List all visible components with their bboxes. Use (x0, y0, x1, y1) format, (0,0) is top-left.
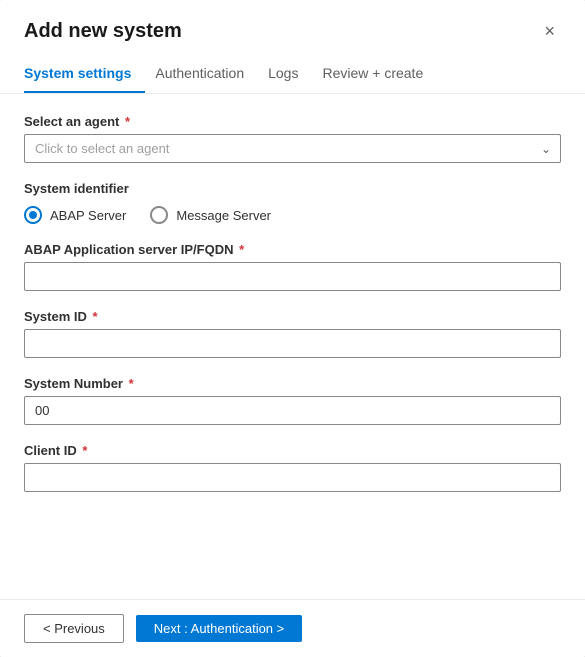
dialog-header: Add new system × (0, 0, 585, 43)
next-button[interactable]: Next : Authentication > (136, 615, 302, 642)
system-number-group: System Number * (24, 376, 561, 425)
required-star-4: * (125, 376, 134, 391)
required-star-3: * (89, 309, 98, 324)
tab-authentication[interactable]: Authentication (155, 57, 258, 93)
abap-ip-label: ABAP Application server IP/FQDN * (24, 242, 561, 257)
select-agent-label: Select an agent * (24, 114, 561, 129)
close-button[interactable]: × (538, 20, 561, 42)
system-identifier-group: System identifier ABAP Server Message Se… (24, 181, 561, 224)
radio-abap-label: ABAP Server (50, 208, 126, 223)
tab-logs[interactable]: Logs (268, 57, 312, 93)
client-id-group: Client ID * (24, 443, 561, 492)
system-id-input[interactable] (24, 329, 561, 358)
required-star: * (121, 114, 130, 129)
system-id-label: System ID * (24, 309, 561, 324)
select-agent-wrapper: Click to select an agent ⌄ (24, 134, 561, 163)
system-identifier-label: System identifier (24, 181, 561, 196)
dialog-body: Select an agent * Click to select an age… (0, 94, 585, 599)
client-id-input[interactable] (24, 463, 561, 492)
radio-group: ABAP Server Message Server (24, 206, 561, 224)
tab-system-settings[interactable]: System settings (24, 57, 145, 93)
radio-abap[interactable]: ABAP Server (24, 206, 126, 224)
tabs: System settings Authentication Logs Revi… (0, 47, 585, 94)
system-number-label: System Number * (24, 376, 561, 391)
radio-message-label: Message Server (176, 208, 271, 223)
system-number-input[interactable] (24, 396, 561, 425)
radio-abap-circle (24, 206, 42, 224)
abap-ip-group: ABAP Application server IP/FQDN * (24, 242, 561, 291)
select-agent-group: Select an agent * Click to select an age… (24, 114, 561, 163)
select-agent-dropdown[interactable]: Click to select an agent (24, 134, 561, 163)
abap-ip-input[interactable] (24, 262, 561, 291)
tab-review-create[interactable]: Review + create (322, 57, 437, 93)
client-id-label: Client ID * (24, 443, 561, 458)
add-new-system-dialog: Add new system × System settings Authent… (0, 0, 585, 657)
dialog-footer: < Previous Next : Authentication > (0, 599, 585, 657)
dialog-title: Add new system (24, 20, 182, 43)
required-star-2: * (236, 242, 245, 257)
radio-message[interactable]: Message Server (150, 206, 271, 224)
system-id-group: System ID * (24, 309, 561, 358)
required-star-5: * (79, 443, 88, 458)
previous-button[interactable]: < Previous (24, 614, 124, 643)
radio-message-circle (150, 206, 168, 224)
